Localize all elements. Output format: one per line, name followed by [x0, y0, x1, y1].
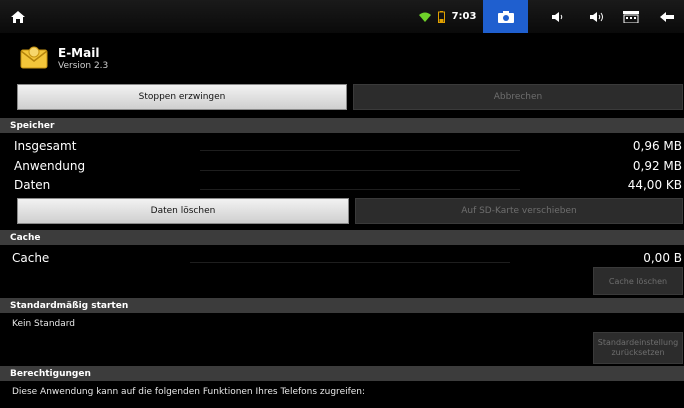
cache-section-header: Cache: [0, 230, 684, 245]
storage-app-value: 0,92 MB: [632, 159, 682, 173]
storage-total-label: Insgesamt: [14, 139, 77, 153]
back-icon[interactable]: [655, 0, 679, 33]
storage-data-label: Daten: [14, 178, 51, 192]
divider: [200, 150, 520, 151]
divider: [190, 262, 510, 263]
reset-defaults-button[interactable]: Standardeinstellung zurücksetzen: [593, 332, 683, 364]
menu-icon[interactable]: [616, 0, 646, 33]
permissions-section-header: Berechtigungen: [0, 366, 684, 381]
cache-label: Cache: [12, 251, 50, 265]
storage-app-label: Anwendung: [14, 159, 86, 173]
divider: [200, 170, 520, 171]
home-icon[interactable]: [6, 0, 30, 33]
cache-value: 0,00 B: [643, 251, 682, 265]
app-version: Version 2.3: [58, 61, 109, 71]
move-to-sd-button[interactable]: Auf SD-Karte verschieben: [355, 198, 683, 224]
status-bar: 7:03: [0, 0, 684, 33]
no-default-text: Kein Standard: [12, 319, 75, 329]
app-name: E-Mail: [58, 46, 100, 60]
clear-cache-button[interactable]: Cache löschen: [593, 267, 683, 295]
wifi-icon: [418, 0, 432, 33]
divider: [200, 189, 520, 190]
battery-icon: [436, 0, 446, 33]
storage-data-value: 44,00 KB: [627, 178, 682, 192]
volume-down-icon[interactable]: [545, 0, 571, 33]
email-app-icon: [19, 42, 49, 72]
permissions-description: Diese Anwendung kann auf die folgenden F…: [12, 387, 366, 397]
clear-data-button[interactable]: Daten löschen: [17, 198, 349, 224]
cancel-button[interactable]: Abbrechen: [353, 84, 683, 110]
storage-total-value: 0,96 MB: [632, 139, 682, 153]
force-stop-button[interactable]: Stoppen erzwingen: [17, 84, 347, 110]
volume-up-icon[interactable]: [582, 0, 612, 33]
storage-section-header: Speicher: [0, 118, 684, 133]
camera-icon[interactable]: [483, 0, 528, 33]
clock-time: 7:03: [451, 11, 477, 22]
launch-default-section-header: Standardmäßig starten: [0, 298, 684, 313]
